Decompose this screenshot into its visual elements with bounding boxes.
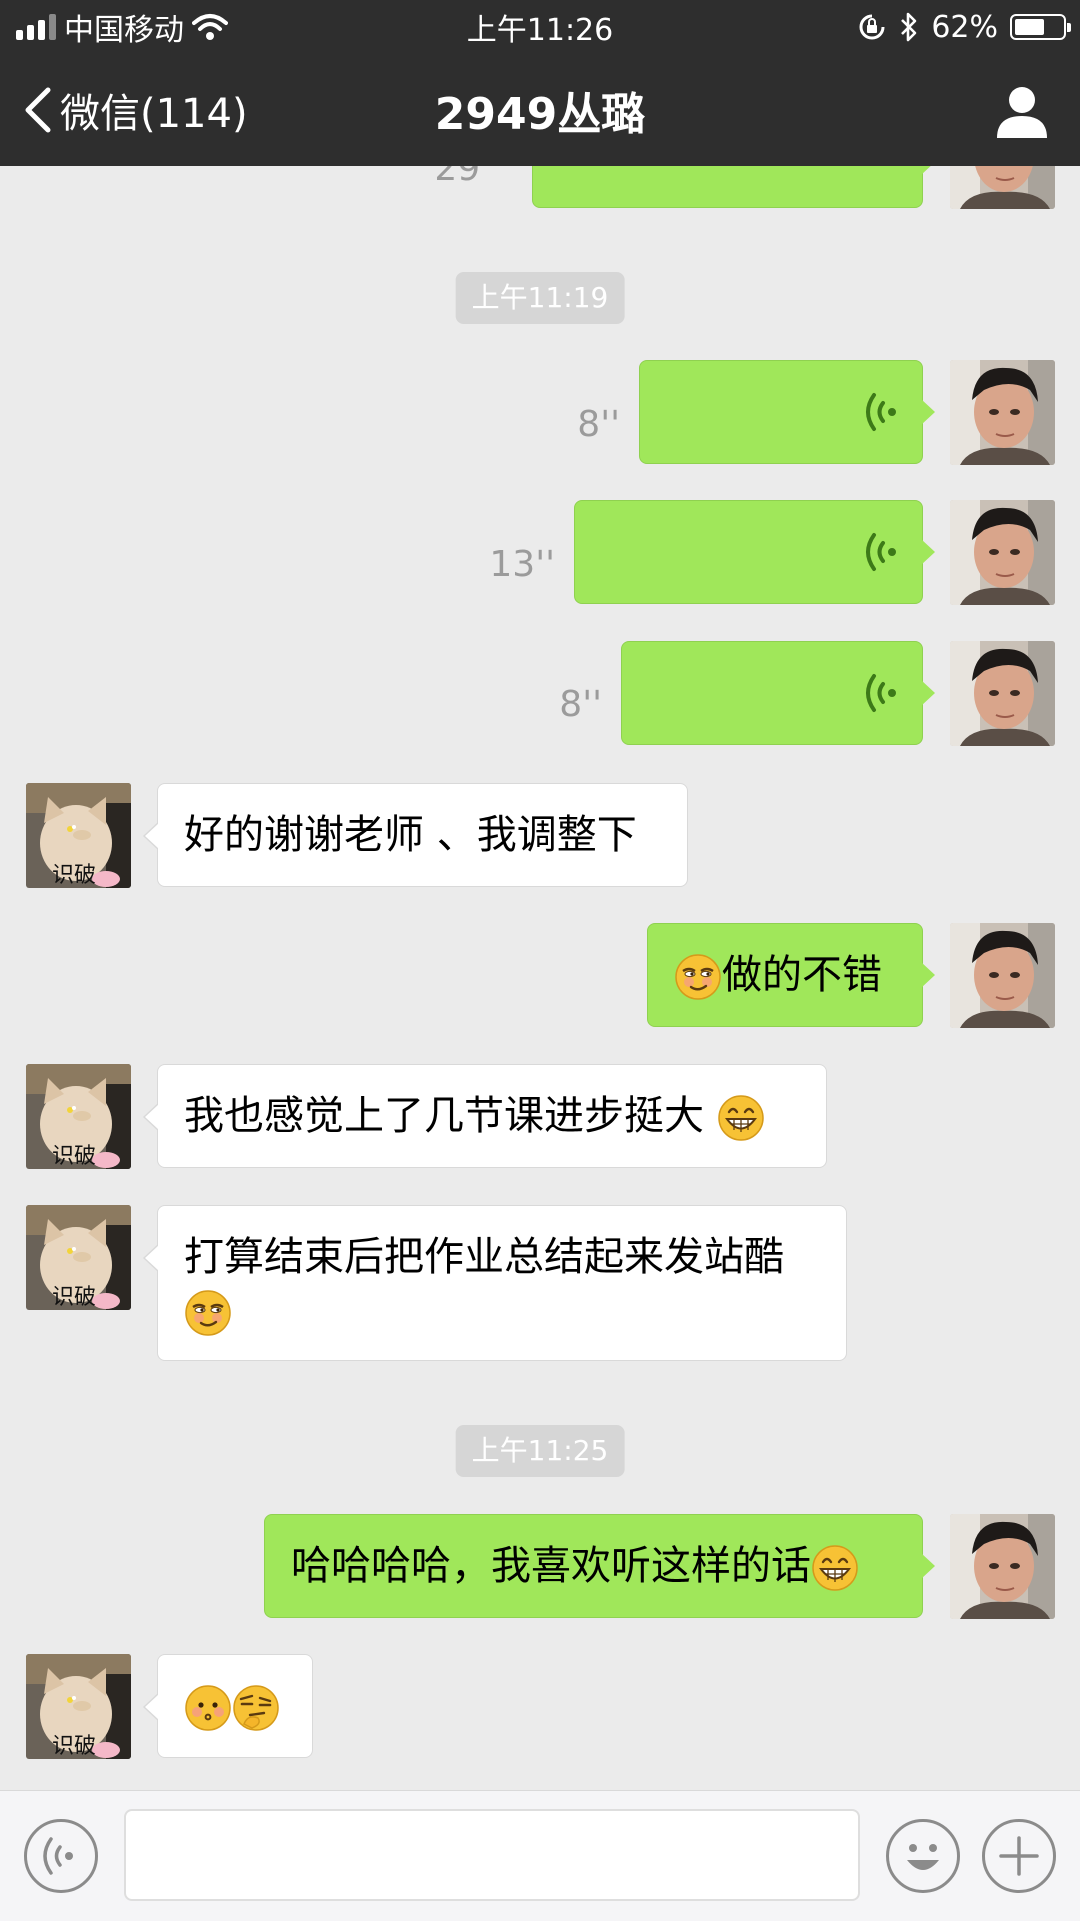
top-bar: 中国移动 上午11:26 62% 微信(114) 2949丛璐 bbox=[0, 0, 1080, 166]
blush-emoji bbox=[184, 1684, 232, 1732]
text-message[interactable]: 做的不错 bbox=[647, 923, 935, 1027]
thinking-emoji bbox=[232, 1684, 280, 1732]
message-text: 我也感觉上了几节课进步挺大 bbox=[184, 1093, 717, 1139]
smirk-emoji bbox=[184, 1289, 232, 1337]
battery-icon bbox=[1010, 14, 1071, 40]
status-right: 62% bbox=[857, 0, 1071, 54]
avatar-caption: 识破 bbox=[52, 1143, 96, 1168]
text-message[interactable]: 哈哈哈哈，我喜欢听这样的话 bbox=[264, 1514, 935, 1618]
avatar[interactable] bbox=[950, 641, 1055, 746]
voice-message[interactable] bbox=[621, 641, 935, 745]
emoji-icon bbox=[907, 1844, 939, 1870]
voice-message[interactable] bbox=[639, 360, 935, 464]
avatar[interactable] bbox=[950, 360, 1055, 465]
voice-duration: 8'' bbox=[559, 684, 602, 725]
emoji-message[interactable] bbox=[143, 1654, 313, 1758]
avatar-caption: 识破 bbox=[52, 1733, 96, 1758]
avatar-caption: 识破 bbox=[52, 1284, 96, 1309]
voice-input-button[interactable] bbox=[24, 1819, 98, 1893]
avatar-caption: 识破 bbox=[52, 862, 96, 887]
voice-wave-icon bbox=[862, 529, 898, 575]
voice-duration: 8'' bbox=[577, 404, 620, 445]
avatar[interactable]: 识破 bbox=[26, 1654, 131, 1759]
timestamp: 上午11:25 bbox=[455, 1425, 625, 1477]
emoji-button[interactable] bbox=[886, 1819, 960, 1893]
smirk-emoji bbox=[674, 953, 722, 1001]
voice-wave-icon bbox=[862, 670, 898, 716]
more-button[interactable] bbox=[982, 1819, 1056, 1893]
avatar[interactable]: 识破 bbox=[26, 1205, 131, 1310]
avatar[interactable] bbox=[950, 923, 1055, 1028]
battery-percent: 62% bbox=[931, 9, 998, 45]
message-text: 好的谢谢老师 、我调整下 bbox=[184, 812, 637, 858]
bluetooth-icon bbox=[901, 12, 917, 42]
person-icon[interactable] bbox=[994, 84, 1050, 138]
voice-wave-icon bbox=[862, 389, 898, 435]
rotation-lock-icon bbox=[859, 14, 885, 40]
avatar[interactable]: 识破 bbox=[26, 783, 131, 888]
voice-input-icon bbox=[43, 1837, 73, 1875]
avatar[interactable]: 识破 bbox=[26, 1064, 131, 1169]
grin-emoji bbox=[717, 1094, 765, 1142]
message-text: 哈哈哈哈，我喜欢听这样的话 bbox=[291, 1543, 811, 1589]
text-message[interactable]: 打算结束后把作业总结起来发站酷 bbox=[143, 1205, 847, 1361]
input-bar bbox=[0, 1790, 1080, 1921]
avatar[interactable] bbox=[950, 1514, 1055, 1619]
chat-title: 2949丛璐 bbox=[434, 89, 646, 140]
text-message[interactable]: 我也感觉上了几节课进步挺大 bbox=[143, 1064, 827, 1168]
message-input[interactable] bbox=[124, 1809, 860, 1901]
plus-icon bbox=[999, 1836, 1039, 1876]
avatar[interactable] bbox=[950, 500, 1055, 605]
grin-emoji bbox=[811, 1544, 859, 1592]
text-message[interactable]: 好的谢谢老师 、我调整下 bbox=[143, 783, 688, 887]
voice-duration: 13'' bbox=[489, 544, 555, 585]
timestamp: 上午11:19 bbox=[455, 272, 625, 324]
message-text: 做的不错 bbox=[722, 952, 882, 998]
message-text: 打算结束后把作业总结起来发站酷 bbox=[184, 1234, 784, 1280]
voice-message[interactable] bbox=[574, 500, 935, 604]
